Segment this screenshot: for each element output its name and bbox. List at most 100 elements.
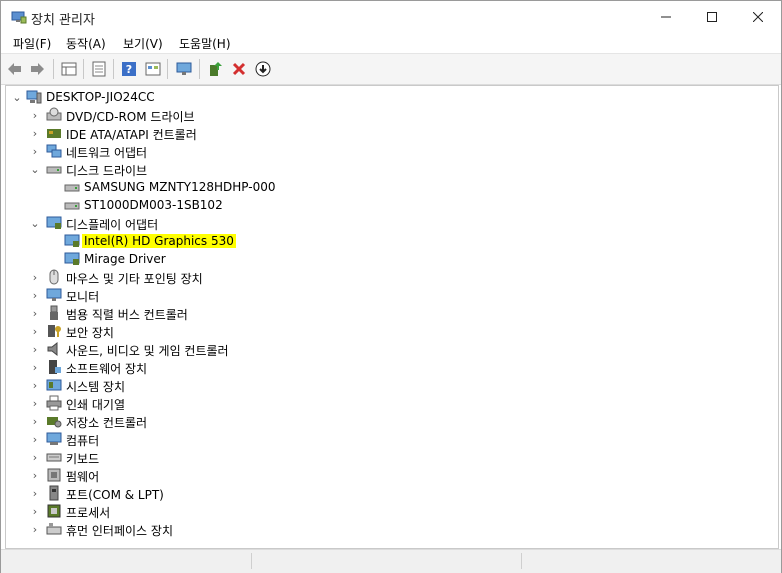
- monitor-icon: [46, 288, 62, 301]
- storage-icon: [47, 417, 62, 428]
- maximize-icon: [707, 12, 717, 22]
- chevron-right-icon[interactable]: ›: [28, 107, 42, 123]
- menu-action[interactable]: 동작(A): [62, 35, 110, 52]
- tree-item-sound[interactable]: › 사운드, 비디오 및 게임 컨트롤러: [6, 340, 778, 358]
- display-adapter-icon: [64, 234, 80, 247]
- tree-item-usb[interactable]: › 범용 직렬 버스 컨트롤러: [6, 304, 778, 322]
- tree-item-label: 펌웨어: [66, 470, 100, 484]
- doc-icon: [92, 61, 106, 77]
- back-button[interactable]: [5, 59, 25, 79]
- chevron-right-icon[interactable]: ›: [28, 287, 42, 303]
- device-manager-icon: [11, 11, 27, 24]
- tree-item-disk[interactable]: ⌄ 디스크 드라이브: [6, 160, 778, 179]
- tree-item-label: 소프트웨어 장치: [66, 362, 148, 376]
- minimize-icon: [661, 16, 671, 18]
- help-icon: ?: [122, 62, 136, 76]
- chevron-right-icon[interactable]: ›: [28, 143, 42, 159]
- tree-item-label: 디스크 드라이브: [66, 164, 148, 178]
- toolbar-separator: [83, 59, 84, 79]
- tree-item-label: IDE ATA/ATAPI 컨트롤러: [66, 128, 197, 142]
- software-device-icon: [49, 360, 61, 374]
- chevron-right-icon[interactable]: ›: [28, 521, 42, 537]
- tree-item-processor[interactable]: › 프로세서: [6, 502, 778, 520]
- tree-item-label: 휴먼 인터페이스 장치: [66, 524, 173, 538]
- help-button[interactable]: ?: [119, 59, 139, 79]
- title-bar[interactable]: 장치 관리자: [1, 1, 781, 33]
- tree-item-mouse[interactable]: › 마우스 및 기타 포인팅 장치: [6, 268, 778, 286]
- chevron-right-icon[interactable]: ›: [28, 269, 42, 285]
- uninstall-icon: [232, 62, 246, 76]
- tree-root[interactable]: ⌄ DESKTOP-JIO24CC: [6, 88, 778, 106]
- menu-help[interactable]: 도움말(H): [175, 35, 235, 52]
- chevron-right-icon[interactable]: ›: [28, 431, 42, 447]
- chevron-right-icon[interactable]: ›: [28, 125, 42, 141]
- maximize-button[interactable]: [689, 1, 735, 33]
- tree-item-computer[interactable]: › 컴퓨터: [6, 430, 778, 448]
- tree-child-display-2[interactable]: Mirage Driver: [6, 250, 778, 268]
- tree-item-label: 시스템 장치: [66, 380, 126, 394]
- tree-item-label: 인쇄 대기열: [66, 398, 126, 412]
- update-driver-button[interactable]: [205, 59, 225, 79]
- tree-item-ide[interactable]: › IDE ATA/ATAPI 컨트롤러: [6, 124, 778, 143]
- chevron-right-icon[interactable]: ›: [28, 485, 42, 501]
- chevron-right-icon[interactable]: ›: [28, 449, 42, 465]
- chevron-right-icon[interactable]: ›: [28, 503, 42, 519]
- view-button[interactable]: [143, 59, 163, 79]
- processor-icon: [47, 504, 61, 518]
- security-icon: [48, 325, 61, 337]
- tree-child-display-1[interactable]: Intel(R) HD Graphics 530: [6, 232, 778, 250]
- tree-item-system[interactable]: › 시스템 장치: [6, 376, 778, 395]
- chevron-right-icon[interactable]: ›: [28, 305, 42, 321]
- tree-item-network[interactable]: › 네트워크 어댑터: [6, 142, 778, 160]
- device-tree[interactable]: ⌄ DESKTOP-JIO24CC › DVD/CD-ROM 드라이브 › ID…: [5, 85, 779, 549]
- menu-file[interactable]: 파일(F): [9, 35, 55, 52]
- status-divider: [251, 553, 252, 569]
- disable-button[interactable]: [253, 59, 273, 79]
- tree-child-label: SAMSUNG MZNTY128HDHP-000: [84, 180, 276, 194]
- tree-child-label: ST1000DM003-1SB102: [84, 198, 223, 212]
- tree-item-software-device[interactable]: › 소프트웨어 장치: [6, 358, 778, 376]
- disable-icon: [255, 61, 271, 77]
- tree-item-monitor[interactable]: › 모니터: [6, 286, 778, 304]
- chevron-right-icon[interactable]: ›: [28, 341, 42, 357]
- tree-item-label: 마우스 및 기타 포인팅 장치: [66, 272, 203, 286]
- toolbar-separator: [167, 59, 168, 79]
- tree-child-disk-2[interactable]: ST1000DM003-1SB102: [6, 196, 778, 214]
- tree-child-label: Mirage Driver: [84, 252, 166, 266]
- chevron-right-icon[interactable]: ›: [28, 359, 42, 375]
- tree-item-keyboard[interactable]: › 키보드: [6, 448, 778, 467]
- chevron-down-icon[interactable]: ⌄: [28, 161, 42, 177]
- toolbar-separator: [113, 59, 114, 79]
- scan-hardware-button[interactable]: [174, 59, 194, 79]
- tree-item-security[interactable]: › 보안 장치: [6, 322, 778, 341]
- properties-button[interactable]: [89, 59, 109, 79]
- port-icon: [49, 485, 59, 501]
- close-icon: [753, 12, 763, 22]
- tree-item-label: 사운드, 비디오 및 게임 컨트롤러: [66, 344, 229, 358]
- chevron-down-icon[interactable]: ⌄: [10, 89, 24, 105]
- tree-item-hid[interactable]: › 휴먼 인터페이스 장치: [6, 520, 778, 539]
- chevron-right-icon[interactable]: ›: [28, 413, 42, 429]
- forward-button[interactable]: [27, 59, 47, 79]
- tree-item-dvd[interactable]: › DVD/CD-ROM 드라이브: [6, 106, 778, 124]
- menu-view[interactable]: 보기(V): [119, 35, 167, 52]
- tree-item-display[interactable]: ⌄ 디스플레이 어댑터: [6, 214, 778, 232]
- chevron-right-icon[interactable]: ›: [28, 377, 42, 393]
- tree-item-storage[interactable]: › 저장소 컨트롤러: [6, 412, 778, 431]
- disk-icon: [64, 202, 80, 210]
- tree-child-disk-1[interactable]: SAMSUNG MZNTY128HDHP-000: [6, 178, 778, 196]
- tree-item-label: 보안 장치: [66, 326, 114, 340]
- close-button[interactable]: [735, 1, 781, 33]
- tree-item-firmware[interactable]: › 펌웨어: [6, 466, 778, 484]
- chevron-down-icon[interactable]: ⌄: [28, 215, 42, 231]
- chevron-right-icon[interactable]: ›: [28, 323, 42, 339]
- properties-grid-button[interactable]: [59, 59, 79, 79]
- uninstall-button[interactable]: [229, 59, 249, 79]
- chevron-right-icon[interactable]: ›: [28, 467, 42, 483]
- chevron-right-icon[interactable]: ›: [28, 395, 42, 411]
- tree-item-port[interactable]: › 포트(COM & LPT): [6, 484, 778, 502]
- minimize-button[interactable]: [643, 1, 689, 33]
- display-adapter-icon: [64, 252, 80, 265]
- tree-item-label: 모니터: [66, 290, 100, 304]
- tree-item-printer[interactable]: › 인쇄 대기열: [6, 394, 778, 412]
